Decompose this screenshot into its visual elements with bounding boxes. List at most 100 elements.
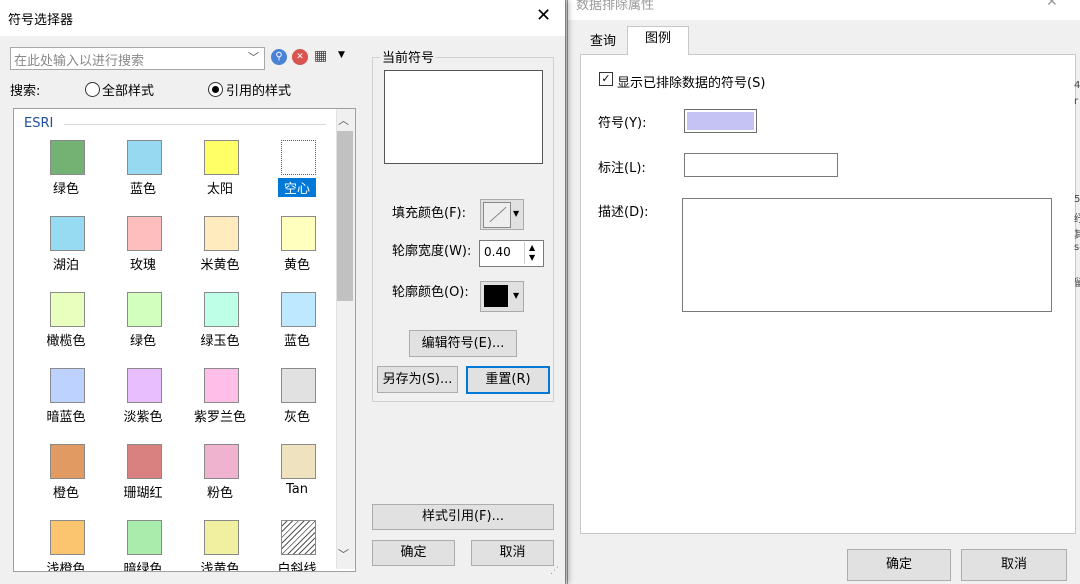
style-references-button[interactable]: 样式引用(F)... (372, 504, 554, 530)
outline-width-value[interactable]: 0.40 (484, 245, 511, 259)
symbol-swatch (50, 292, 85, 327)
symbol-cell[interactable]: 橄榄色 (30, 292, 102, 368)
dialog-title-bar: 数据排除属性 ✕ (568, 0, 1080, 20)
ok-button[interactable]: 确定 (372, 540, 455, 566)
symbol-cell[interactable]: 粉色 (184, 444, 256, 520)
symbol-swatch (127, 140, 162, 175)
clipped-text: r (1074, 96, 1079, 107)
spin-up-icon[interactable]: ▲ (529, 243, 535, 252)
outline-width-label: 轮廓宽度(W): (392, 244, 472, 259)
symbol-cell[interactable]: 绿玉色 (184, 292, 256, 368)
search-scope-label: 搜索: (10, 84, 41, 99)
radio-selected-dot (212, 86, 219, 93)
clipped-text: 纾 (1074, 214, 1080, 225)
search-icon[interactable]: ⚲ (271, 49, 287, 65)
cancel-button[interactable]: 取消 (961, 549, 1067, 581)
outline-width-stepper[interactable]: 0.40 ▲ ▼ (479, 240, 544, 267)
scrollbar-thumb[interactable] (337, 131, 353, 301)
symbol-cell[interactable]: 暗绿色 (107, 520, 179, 571)
symbol-caption: 蓝色 (283, 334, 310, 349)
symbol-caption: 紫罗兰色 (193, 410, 246, 425)
symbol-swatch (127, 444, 162, 479)
symbol-cell[interactable]: 灰色 (261, 368, 333, 444)
chevron-down-icon[interactable]: ▼ (338, 50, 345, 60)
label-label: 标注(L): (598, 161, 646, 176)
view-options-icon[interactable]: ▦ (314, 48, 327, 64)
radio-referenced-styles[interactable] (208, 82, 223, 97)
radio-all-styles[interactable] (85, 82, 100, 97)
dialog-title: 数据排除属性 (576, 0, 655, 13)
fill-color-picker[interactable]: ▼ (480, 199, 524, 230)
symbol-cell[interactable]: 太阳 (184, 140, 256, 216)
description-label: 描述(D): (598, 205, 649, 220)
symbol-swatch (127, 216, 162, 251)
close-icon[interactable]: ✕ (536, 5, 551, 26)
resize-grip-icon[interactable]: ⋰ (550, 566, 559, 576)
symbol-swatch (127, 368, 162, 403)
symbol-swatch-button[interactable] (684, 109, 757, 133)
close-icon[interactable]: ✕ (1046, 0, 1058, 10)
clipped-text: 留 (1074, 278, 1080, 289)
symbol-caption: 太阳 (206, 182, 233, 197)
scroll-up-icon[interactable]: ︿ (338, 112, 349, 128)
symbol-swatch (281, 140, 316, 175)
symbol-cell[interactable]: 黄色 (261, 216, 333, 292)
symbol-swatch (50, 216, 85, 251)
symbol-color-swatch (687, 112, 754, 130)
symbol-swatch (50, 520, 85, 555)
label-input[interactable] (684, 153, 838, 177)
symbol-cell[interactable]: 暗蓝色 (30, 368, 102, 444)
symbol-caption: 橄榄色 (46, 334, 86, 349)
symbol-swatch (281, 292, 316, 327)
symbol-swatch (204, 216, 239, 251)
radio-referenced-styles-label[interactable]: 引用的样式 (226, 80, 291, 99)
symbol-cell[interactable]: 浅黄色 (184, 520, 256, 571)
cancel-button[interactable]: 取消 (471, 540, 554, 566)
symbol-swatch (281, 520, 316, 555)
symbol-cell[interactable]: 白斜线 (261, 520, 333, 571)
symbol-swatch (204, 140, 239, 175)
symbol-cell[interactable]: 橙色 (30, 444, 102, 520)
symbol-cell[interactable]: 蓝色 (261, 292, 333, 368)
symbol-cell[interactable]: 浅橙色 (30, 520, 102, 571)
ok-button[interactable]: 确定 (847, 549, 951, 581)
symbol-caption: 浅橙色 (46, 562, 86, 572)
outline-color-picker[interactable]: ▼ (480, 281, 524, 312)
symbol-cell[interactable]: 绿色 (107, 292, 179, 368)
clipped-text: 4 (1074, 80, 1080, 91)
symbol-cell[interactable]: 珊瑚红 (107, 444, 179, 520)
dialog-title-bar: 符号选择器 ✕ (0, 0, 565, 36)
save-as-button[interactable]: 另存为(S)... (377, 366, 458, 393)
symbol-cell[interactable]: 淡紫色 (107, 368, 179, 444)
symbol-swatch (127, 292, 162, 327)
symbol-cell[interactable]: 绿色 (30, 140, 102, 216)
symbol-preview (384, 70, 543, 164)
scroll-down-icon[interactable]: ﹀ (338, 546, 349, 562)
reset-button[interactable]: 重置(R) (466, 366, 550, 394)
spin-down-icon[interactable]: ▼ (529, 253, 535, 262)
symbol-cell[interactable]: 蓝色 (107, 140, 179, 216)
tab-query[interactable]: 查询 (580, 30, 626, 54)
symbol-cell[interactable]: 米黄色 (184, 216, 256, 292)
symbol-cell[interactable]: 紫罗兰色 (184, 368, 256, 444)
no-color-icon (483, 202, 511, 228)
edit-symbol-button[interactable]: 编辑符号(E)... (409, 330, 517, 357)
search-placeholder: 在此处输入以进行搜索 (14, 54, 145, 69)
symbol-cell[interactable]: 空心 (261, 140, 333, 216)
chevron-down-icon[interactable]: ﹀ (248, 49, 259, 65)
symbol-caption: 绿玉色 (200, 334, 240, 349)
radio-all-styles-label[interactable]: 全部样式 (102, 80, 154, 99)
search-input[interactable]: 在此处输入以进行搜索 ﹀ (10, 47, 265, 70)
spin-buttons[interactable]: ▲ ▼ (524, 242, 542, 264)
symbol-cell[interactable]: Tan (261, 444, 333, 520)
symbol-swatch (204, 444, 239, 479)
symbol-swatch (50, 368, 85, 403)
description-textarea[interactable] (682, 198, 1052, 312)
show-excluded-checkbox[interactable]: ✓ (599, 72, 613, 86)
clear-search-icon[interactable]: ✕ (292, 49, 308, 65)
symbol-cell[interactable]: 湖泊 (30, 216, 102, 292)
symbol-swatch (204, 520, 239, 555)
tab-legend[interactable]: 图例 (627, 26, 689, 55)
chevron-down-icon: ▼ (513, 291, 520, 300)
symbol-cell[interactable]: 玫瑰 (107, 216, 179, 292)
